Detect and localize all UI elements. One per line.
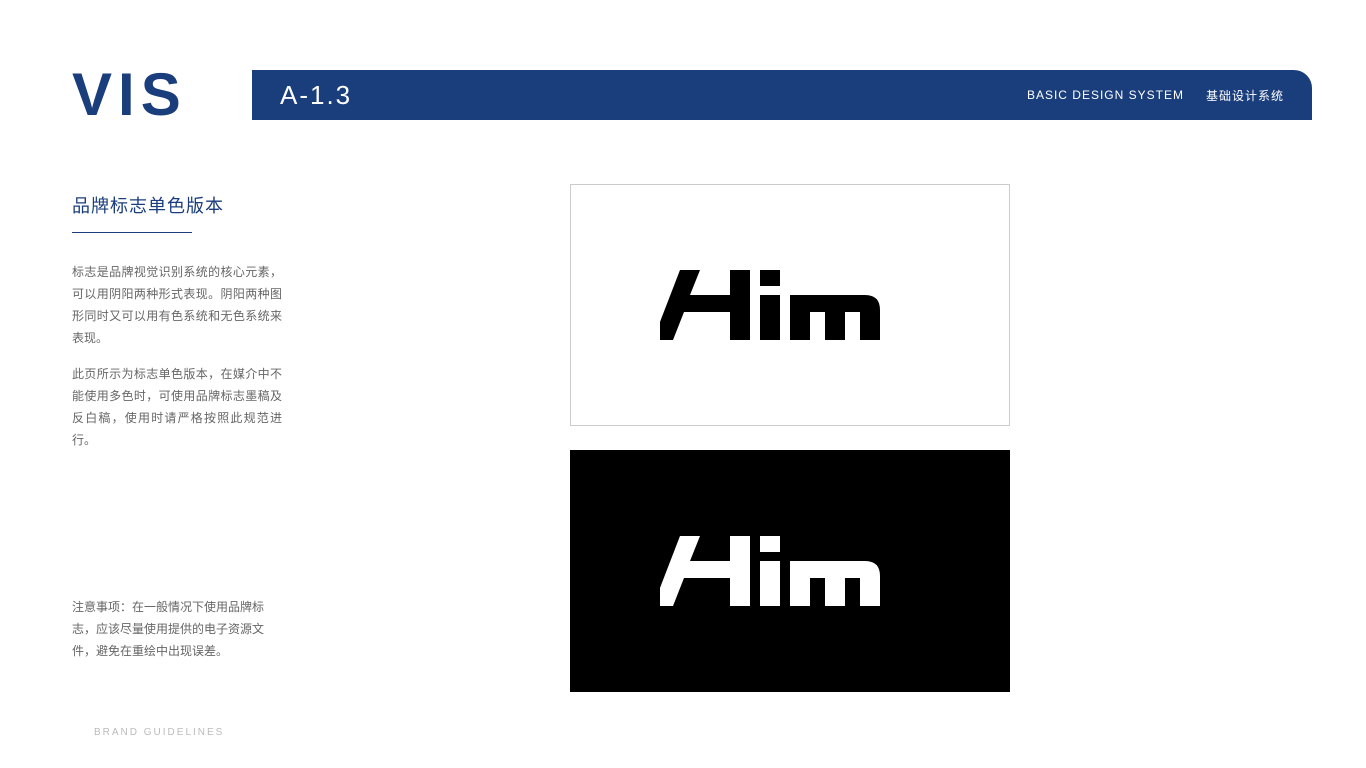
left-column: 品牌标志单色版本 标志是品牌视觉识别系统的核心元素，可以用阴阳两种形式表现。阴阳… xyxy=(72,192,282,451)
header-right: BASIC DESIGN SYSTEM 基础设计系统 xyxy=(1027,87,1284,104)
brand-logo-black-icon xyxy=(660,260,920,350)
system-label-en: BASIC DESIGN SYSTEM xyxy=(1027,88,1184,102)
footer-label: BRAND GUIDELINES xyxy=(94,727,224,738)
logo-panel-dark xyxy=(570,450,1010,692)
logo-panel-light xyxy=(570,184,1010,426)
page: VIS A-1.3 BASIC DESIGN SYSTEM 基础设计系统 品牌标… xyxy=(0,0,1366,768)
body-paragraph-1: 标志是品牌视觉识别系统的核心元素，可以用阴阳两种形式表现。阴阳两种图形同时又可以… xyxy=(72,261,282,349)
section-code: A-1.3 xyxy=(280,80,352,111)
system-label-cn: 基础设计系统 xyxy=(1206,87,1284,104)
vis-label: VIS xyxy=(72,60,187,129)
body-paragraph-2: 此页所示为标志单色版本，在媒介中不能使用多色时，可使用品牌标志墨稿及反白稿，使用… xyxy=(72,363,282,451)
brand-logo-white-icon xyxy=(660,526,920,616)
section-title: 品牌标志单色版本 xyxy=(72,192,282,218)
notice-text: 注意事项：在一般情况下使用品牌标志，应该尽量使用提供的电子资源文件，避免在重绘中… xyxy=(72,596,282,662)
title-underline xyxy=(72,232,192,233)
header-bar: A-1.3 BASIC DESIGN SYSTEM 基础设计系统 xyxy=(252,70,1312,120)
